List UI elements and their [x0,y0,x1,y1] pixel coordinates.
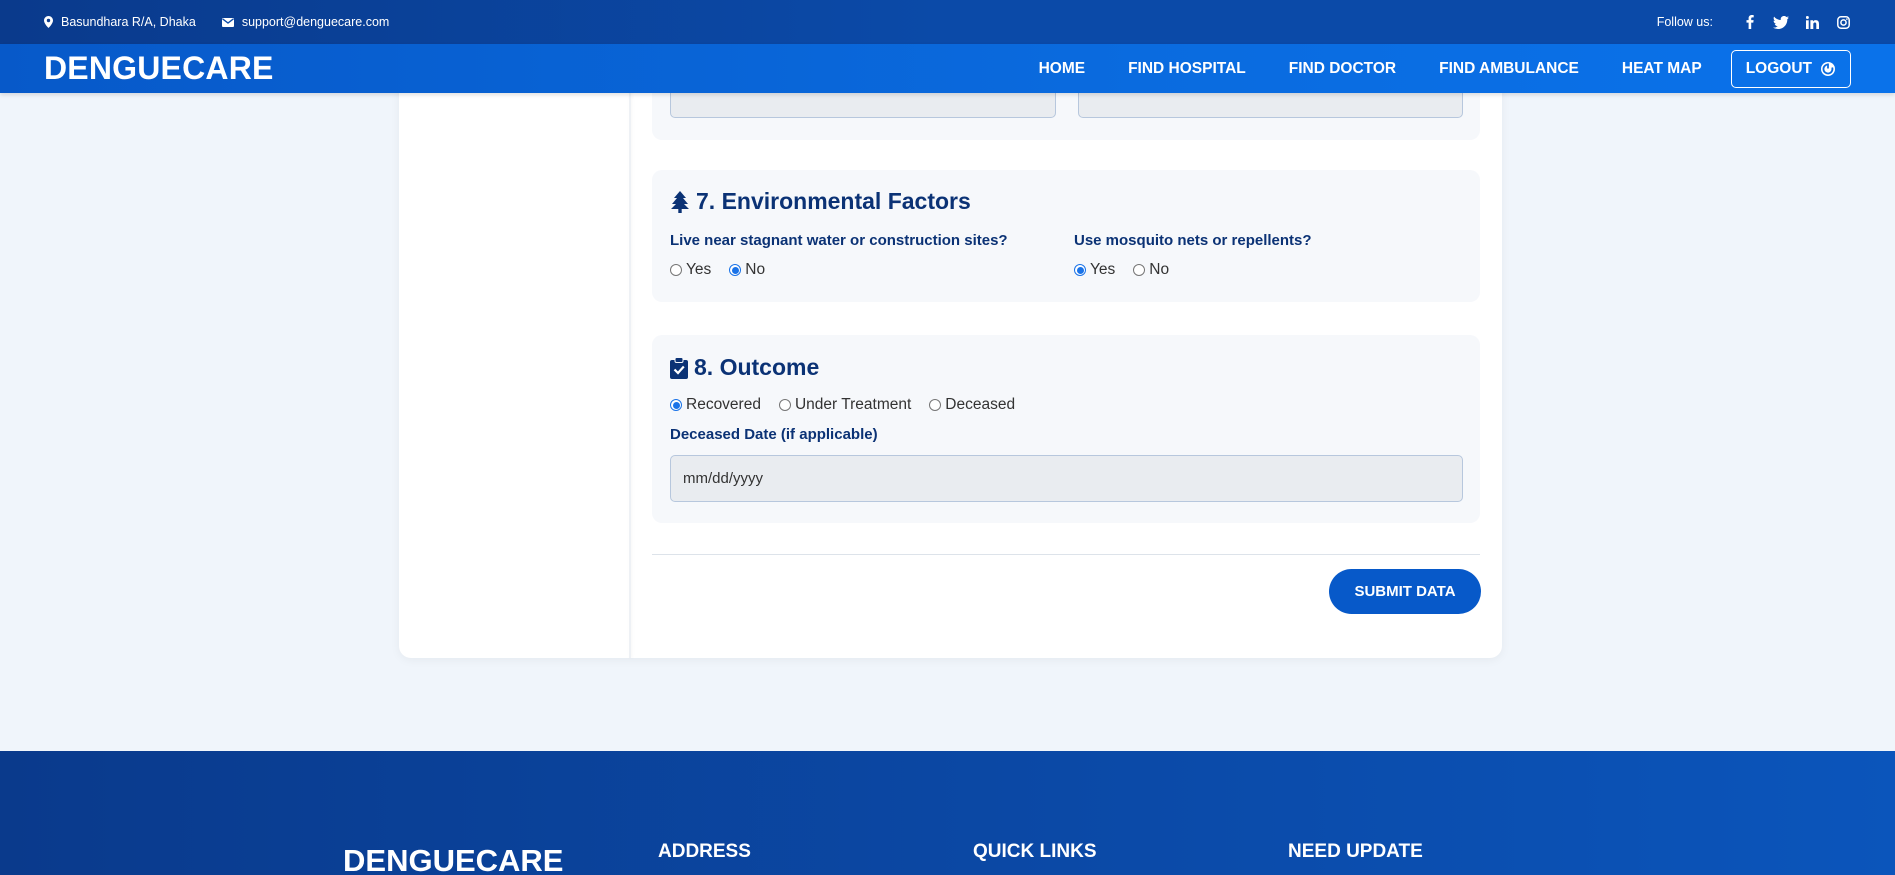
radio-button-selected[interactable] [1074,264,1086,276]
radio-nets-no[interactable]: No [1133,261,1169,279]
radio-button-selected[interactable] [670,399,682,411]
nav-find-doctor[interactable]: FIND DOCTOR [1289,60,1396,78]
deceased-date-label: Deceased Date (if applicable) [670,426,878,443]
email-text[interactable]: support@denguecare.com [242,15,390,29]
sidebar-divider [629,60,631,658]
footer-brand: DENGUECARE [343,843,564,875]
radio-button[interactable] [670,264,682,276]
main-navbar: DENGUECARE HOME FIND HOSPITAL FIND DOCTO… [0,44,1895,93]
nav-find-ambulance[interactable]: FIND AMBULANCE [1439,60,1579,78]
question-stagnant-water: Live near stagnant water or construction… [670,232,1008,249]
radio-stagnant-yes[interactable]: Yes [670,261,711,279]
footer-heading-need-update: NEED UPDATE [1288,841,1423,862]
radio-group-stagnant-water: Yes No [670,261,783,279]
radio-group-outcome: Recovered Under Treatment Deceased [670,396,1033,414]
radio-button[interactable] [778,399,791,411]
section-environmental-factors: 7. Environmental Factors Live near stagn… [652,170,1480,302]
question-mosquito-nets: Use mosquito nets or repellents? [1074,232,1312,249]
footer-heading-quick-links: QUICK LINKS [973,841,1097,862]
radio-group-mosquito-nets: Yes No [1074,261,1187,279]
logout-label: LOGOUT [1745,59,1812,77]
radio-deceased[interactable]: Deceased [929,396,1015,414]
follow-label: Follow us: [1656,15,1713,29]
nav-links: HOME FIND HOSPITAL FIND DOCTOR FIND AMBU… [996,49,1851,88]
radio-under-treatment[interactable]: Under Treatment [778,396,911,414]
location-pin-icon [44,16,53,28]
radio-button-selected[interactable] [729,264,742,276]
form-divider [652,554,1480,555]
linkedin-icon[interactable] [1804,14,1820,30]
date-placeholder: mm/dd/yyyy [683,470,764,487]
email-info[interactable]: support@denguecare.com [221,15,390,29]
radio-button[interactable] [929,399,942,411]
radio-button[interactable] [1133,264,1146,276]
logout-icon [1821,61,1835,76]
nav-home[interactable]: HOME [1039,60,1086,78]
tree-icon [671,190,689,213]
twitter-icon[interactable] [1773,14,1789,30]
follow-us: Follow us: [1657,14,1851,30]
brand-logo[interactable]: DENGUECARE [44,50,274,87]
footer: DENGUECARE ADDRESS QUICK LINKS NEED UPDA… [0,751,1895,875]
logout-button[interactable]: LOGOUT [1730,49,1851,88]
facebook-icon[interactable] [1742,14,1758,30]
nav-find-hospital[interactable]: FIND HOSPITAL [1128,60,1246,78]
address-info: Basundhara R/A, Dhaka [44,15,196,29]
address-text: Basundhara R/A, Dhaka [61,15,196,29]
footer-heading-address: ADDRESS [658,841,751,862]
nav-heat-map[interactable]: HEAT MAP [1622,60,1702,78]
top-info-bar: Basundhara R/A, Dhaka support@denguecare… [0,0,1895,44]
radio-recovered[interactable]: Recovered [670,396,761,414]
clipboard-check-icon [670,356,688,379]
section-outcome: 8. Outcome Recovered Under Treatment Dec… [652,335,1480,523]
radio-nets-yes[interactable]: Yes [1074,261,1115,279]
instagram-icon[interactable] [1835,14,1851,30]
radio-stagnant-no[interactable]: No [729,261,765,279]
section-7-title: 7. Environmental Factors [670,188,971,215]
section-8-title: 8. Outcome [670,354,819,381]
submit-data-button[interactable]: SUBMIT DATA [1329,569,1481,614]
deceased-date-input[interactable]: mm/dd/yyyy [670,455,1463,502]
envelope-icon [221,17,234,27]
